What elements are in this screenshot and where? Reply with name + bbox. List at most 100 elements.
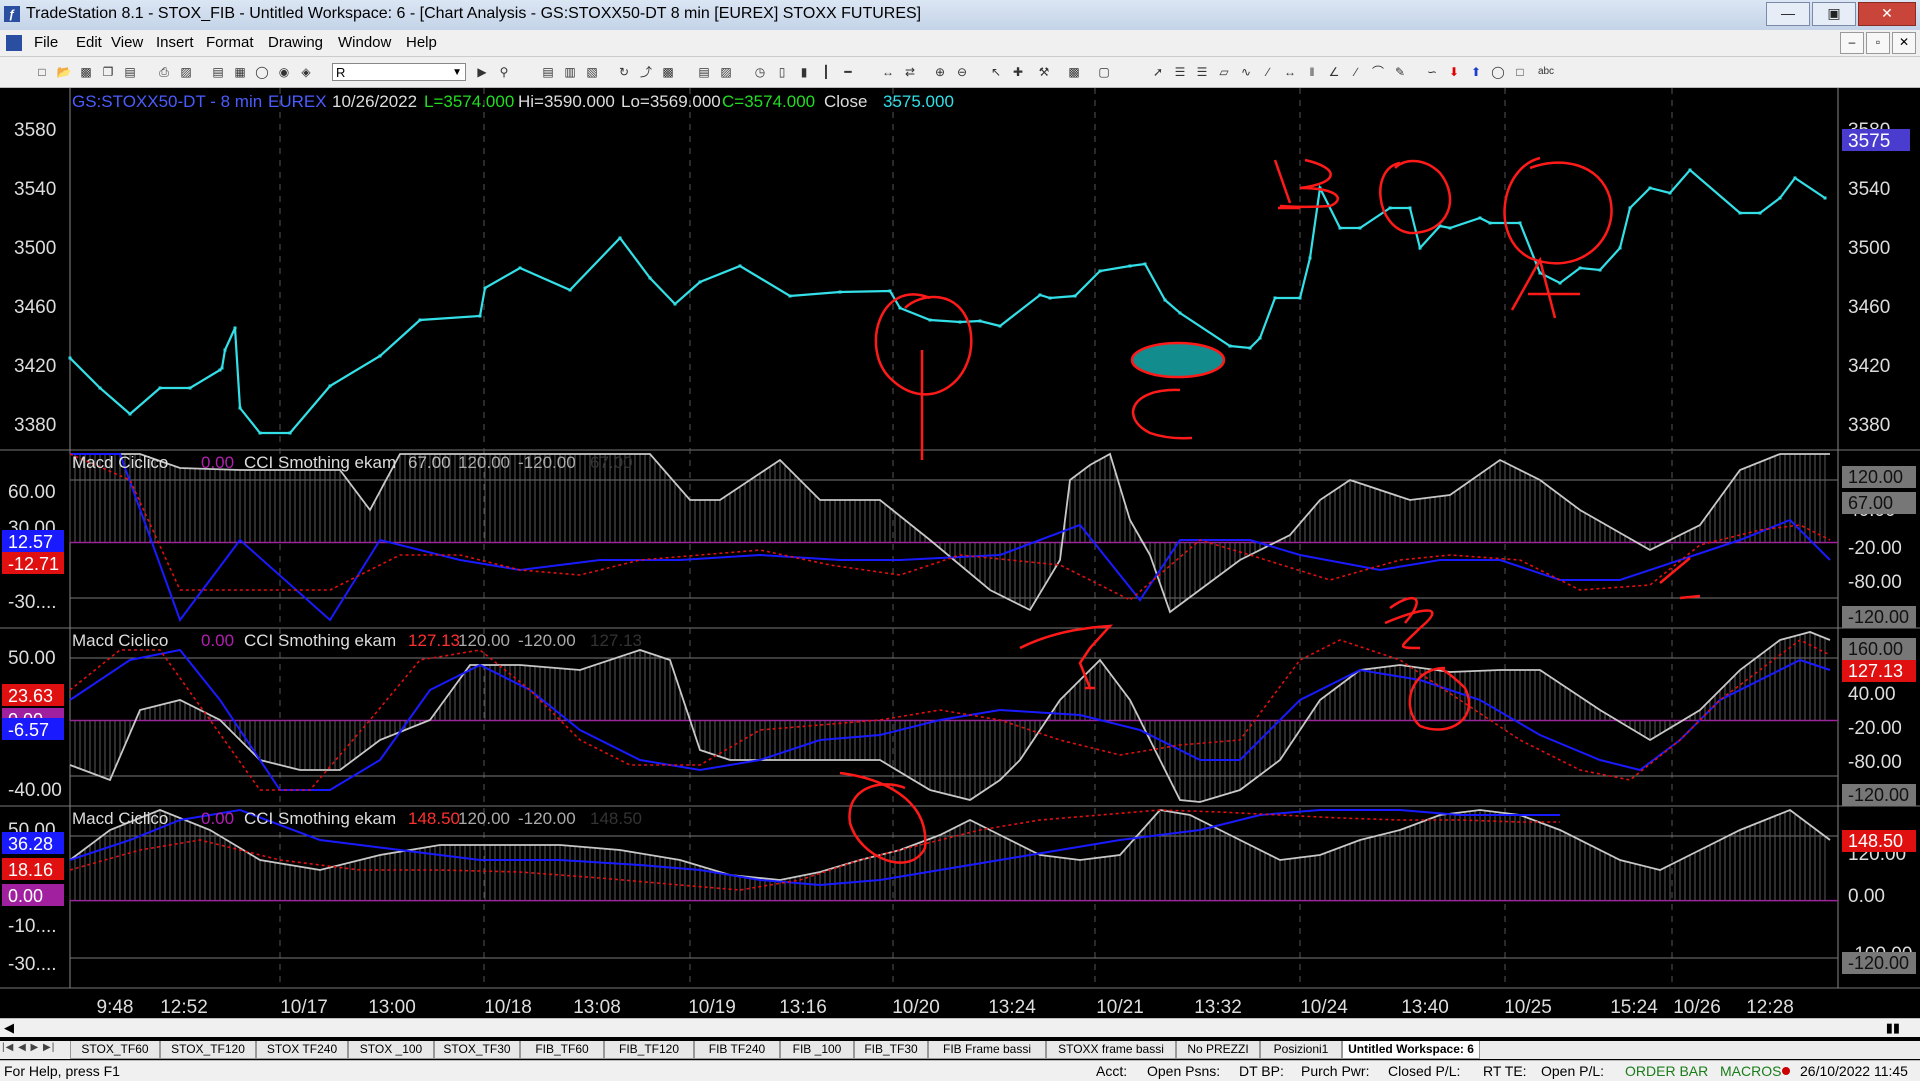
right-value-badge-label: -120.00 — [1848, 785, 1909, 805]
workspace-tab[interactable]: FIB_TF60 — [520, 1041, 604, 1059]
line-icon[interactable]: ━ — [840, 64, 856, 80]
down-arrow-icon[interactable]: ⬇ — [1446, 64, 1462, 80]
chart-analysis-window[interactable]: GS:STOXX50-DT - 8 min EUREX 10/26/2022 L=35… — [0, 88, 1920, 1018]
copy-icon[interactable]: ❐ — [100, 64, 116, 80]
andrews-icon[interactable]: ∠ — [1326, 64, 1342, 80]
menu-edit[interactable]: Edit — [76, 34, 102, 51]
arrow-both-icon[interactable]: ↔ — [1282, 64, 1298, 80]
rectangle-icon[interactable]: □ — [1512, 64, 1528, 80]
workspace-tab[interactable]: FIB TF240 — [694, 1041, 780, 1059]
scroll-thumb-icon[interactable]: ▮▮ — [1886, 1020, 1900, 1036]
ellipse-icon[interactable]: ◯ — [1490, 64, 1506, 80]
chart-icon[interactable]: ▤ — [210, 64, 226, 80]
annotation-letter-a — [1510, 256, 1580, 319]
symbol-input[interactable]: R ▼ — [332, 63, 466, 81]
arc-icon[interactable]: ⌒ — [1370, 64, 1386, 80]
data-icon[interactable]: ▩ — [660, 64, 676, 80]
menu-drawing[interactable]: Drawing — [268, 34, 323, 51]
maximize-icon[interactable]: ▣ — [1812, 2, 1856, 26]
fibonacci-icon[interactable]: ☰ — [1172, 64, 1188, 80]
chart-style-icon[interactable]: ▤ — [696, 64, 712, 80]
indicator-icon[interactable]: ▥ — [562, 64, 578, 80]
horizontal-scrollbar[interactable]: ◀ ▮▮ — [0, 1018, 1920, 1037]
right-value-badge-label: 120.00 — [1848, 467, 1903, 487]
globe-icon[interactable]: ◉ — [276, 64, 292, 80]
print-preview-icon[interactable]: ▨ — [178, 64, 194, 80]
mdi-close-icon[interactable]: ✕ — [1892, 32, 1916, 54]
chart-svg[interactable]: GS:STOXX50-DT - 8 min EUREX 10/26/2022 L=35… — [0, 88, 1920, 1018]
pointer-icon[interactable]: ↖ — [988, 64, 1004, 80]
chart-window-icon[interactable] — [6, 35, 22, 51]
trendline-icon[interactable]: ➚ — [1150, 64, 1166, 80]
macro-icon[interactable]: ◈ — [298, 64, 314, 80]
channel-icon[interactable]: ▱ — [1216, 64, 1232, 80]
find-icon[interactable]: ⚲ — [496, 64, 512, 80]
menu-help[interactable]: Help — [406, 34, 437, 51]
curve-icon[interactable]: ∽ — [1424, 64, 1440, 80]
parallel-icon[interactable]: ∕ — [1348, 64, 1364, 80]
workspace-tab[interactable]: Untitled Workspace: 6 — [1342, 1041, 1480, 1059]
menu-insert[interactable]: Insert — [156, 34, 194, 51]
crosshair-icon[interactable]: ✚ — [1010, 64, 1026, 80]
clock-icon[interactable]: ◷ — [752, 64, 768, 80]
close-icon[interactable]: ✕ — [1858, 2, 1916, 26]
new-icon[interactable]: □ — [34, 64, 50, 80]
windows-icon[interactable]: ▨ — [718, 64, 734, 80]
menu-view[interactable]: View — [111, 34, 143, 51]
arrow-icon[interactable]: ⤴ — [638, 64, 654, 80]
workspace-tab[interactable]: FIB _100 — [780, 1041, 854, 1059]
tools-icon[interactable]: ⚒ — [1036, 64, 1052, 80]
candle-icon[interactable]: ▯ — [774, 64, 790, 80]
menu-window[interactable]: Window — [338, 34, 391, 51]
workspace-tab[interactable]: No PREZZI — [1176, 1041, 1260, 1059]
menu-file[interactable]: File — [34, 34, 58, 51]
strategy-icon[interactable]: ▧ — [584, 64, 600, 80]
compress-icon[interactable]: ↔ — [880, 64, 896, 80]
alert-icon[interactable]: ▢ — [1096, 64, 1112, 80]
insert-icon[interactable]: ▩ — [1066, 64, 1082, 80]
lock-icon[interactable]: ◯ — [254, 64, 270, 80]
workspace-tab[interactable]: STOXX frame bassi — [1046, 1041, 1176, 1059]
ohlc-icon[interactable]: ┃ — [818, 64, 834, 80]
mdi-minimize-icon[interactable]: – — [1840, 32, 1864, 54]
panel-value-label: 127.13 — [408, 631, 460, 650]
zoom-in-icon[interactable]: ⊕ — [932, 64, 948, 80]
menu-format[interactable]: Format — [206, 34, 254, 51]
mdi-restore-icon[interactable]: ▫ — [1866, 32, 1890, 54]
workspace-tab[interactable]: STOX TF240 — [256, 1041, 348, 1059]
paste-icon[interactable]: ▤ — [122, 64, 138, 80]
workspace-tab[interactable]: STOX_TF60 — [70, 1041, 160, 1059]
annotation-number-1 — [1019, 624, 1114, 690]
order-bar-button[interactable]: ORDER BAR — [1625, 1063, 1708, 1079]
play-icon[interactable]: ▶ — [474, 64, 490, 80]
vertical-lines-icon[interactable]: ‖ — [1304, 64, 1320, 80]
expand-icon[interactable]: ⇄ — [902, 64, 918, 80]
horizontal-line-icon[interactable]: ☰ — [1194, 64, 1210, 80]
scroll-left-icon[interactable]: ◀ — [4, 1020, 14, 1036]
radar-icon[interactable]: ▦ — [232, 64, 248, 80]
workspace-tab[interactable]: FIB_TF30 — [854, 1041, 928, 1059]
gann-icon[interactable]: ∕ — [1260, 64, 1276, 80]
up-arrow-icon[interactable]: ⬆ — [1468, 64, 1484, 80]
open-icon[interactable]: 📂 — [56, 64, 72, 80]
pencil-icon[interactable]: ✎ — [1392, 64, 1408, 80]
chevron-down-icon[interactable]: ▼ — [452, 64, 462, 82]
minimize-icon[interactable]: — — [1766, 2, 1810, 26]
speedline-icon[interactable]: ∿ — [1238, 64, 1254, 80]
print-icon[interactable]: ⎙ — [156, 64, 172, 80]
bar-icon[interactable]: ▮ — [796, 64, 812, 80]
workspace-tab[interactable]: STOX_TF30 — [434, 1041, 520, 1059]
save-icon[interactable]: ▩ — [78, 64, 94, 80]
tab-nav-arrows-icon[interactable]: |◀ ◀ ▶ ▶| — [2, 1042, 55, 1053]
text-icon[interactable]: abc — [1534, 64, 1558, 80]
hand-drawn-filled-ellipse — [1130, 341, 1226, 379]
refresh-icon[interactable]: ↻ — [616, 64, 632, 80]
zoom-out-icon[interactable]: ⊖ — [954, 64, 970, 80]
workspace-tab[interactable]: FIB Frame bassi — [928, 1041, 1046, 1059]
workspace-tab[interactable]: Posizioni1 — [1260, 1041, 1342, 1059]
format-icon[interactable]: ▤ — [540, 64, 556, 80]
workspace-tab[interactable]: STOX _100 — [348, 1041, 434, 1059]
workspace-tab[interactable]: FIB_TF120 — [604, 1041, 694, 1059]
workspace-tab[interactable]: STOX_TF120 — [160, 1041, 256, 1059]
macros-button[interactable]: MACROS — [1720, 1063, 1781, 1079]
